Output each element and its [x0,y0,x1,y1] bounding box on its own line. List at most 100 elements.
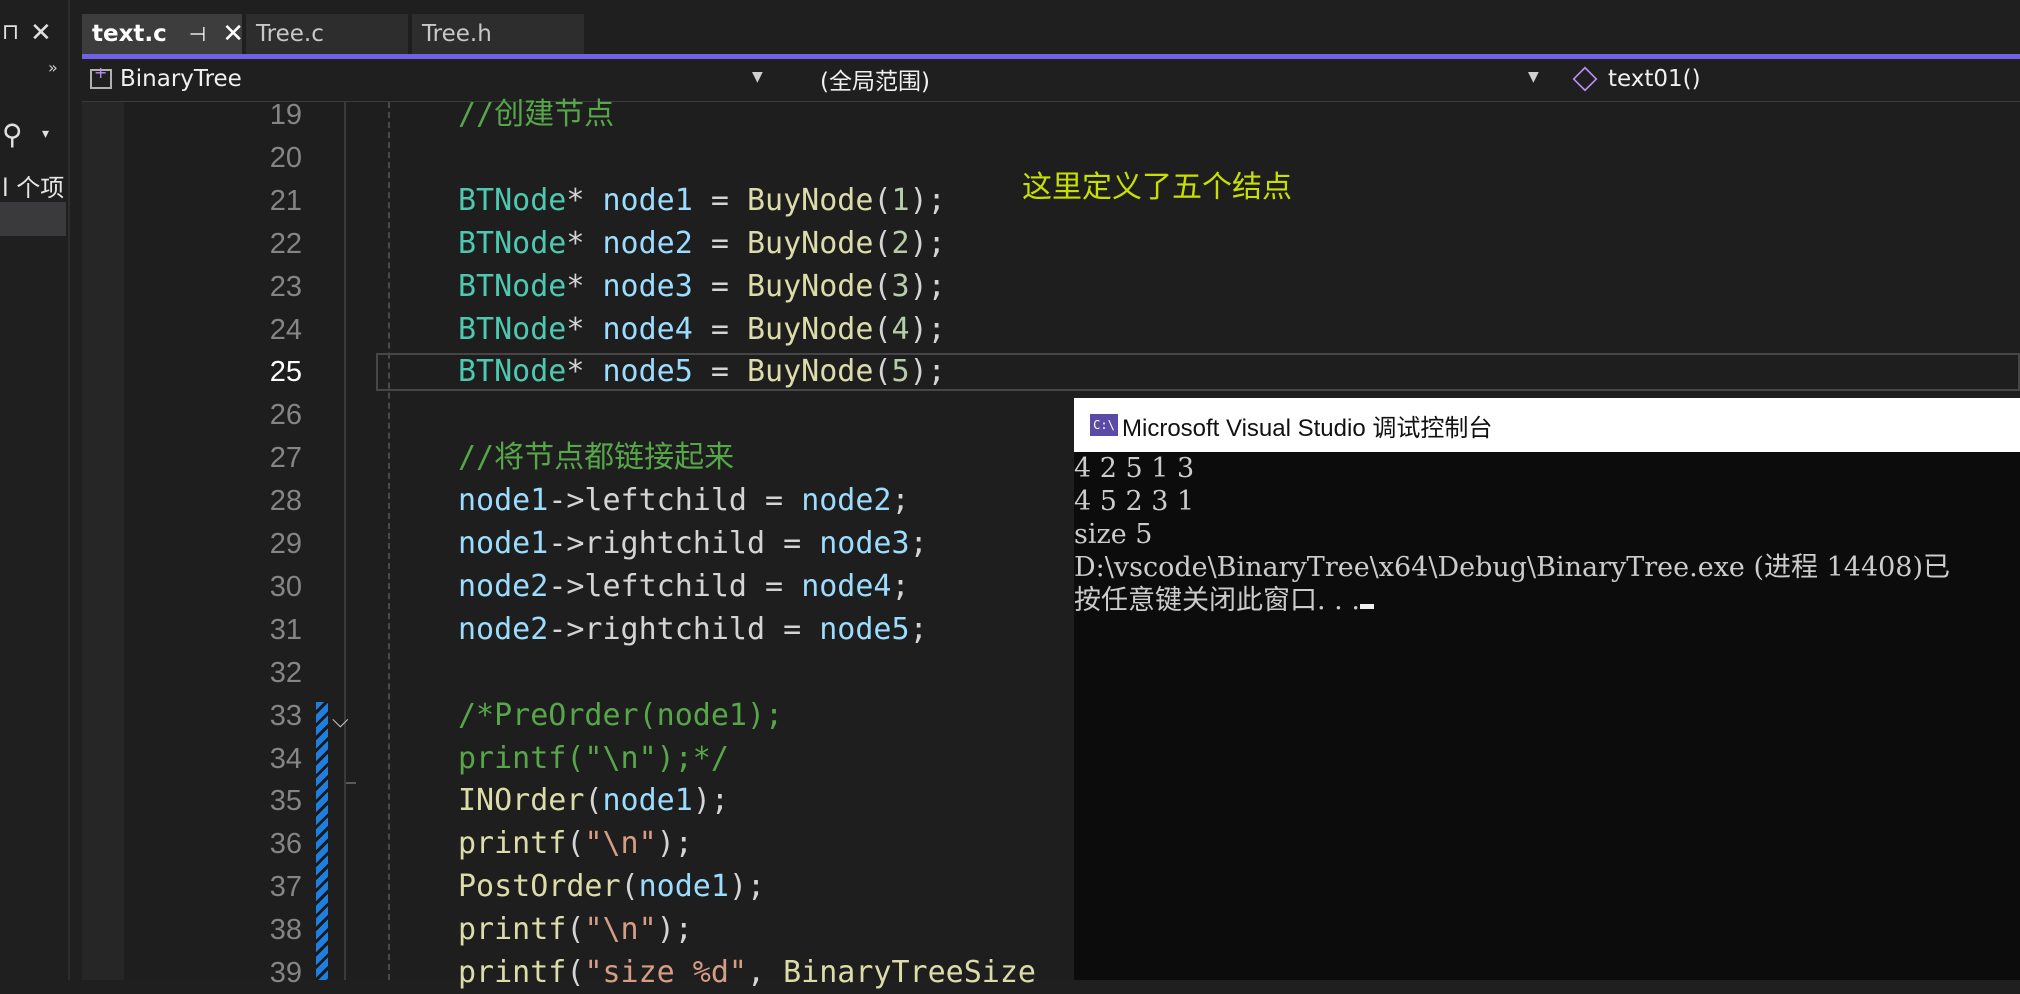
code-token: ); [909,268,946,304]
code-token: * [566,182,603,218]
code-text: node2->rightchild = node5; [458,609,928,651]
member-dropdown[interactable]: text01() [1562,61,2012,97]
search-options-button[interactable]: ⚲ ▾ [2,118,62,152]
tab-tree-c[interactable]: Tree.c [246,14,408,54]
pin-icon[interactable]: ⊓ [2,20,19,45]
code-text: printf("\n"); [458,909,693,951]
code-token: INOrder [458,783,585,819]
line-number: 31 [269,613,302,646]
code-token: * [566,354,603,390]
code-token: ( [566,912,585,948]
code-token: "size %d" [584,955,747,990]
code-token: BTNode [458,268,567,304]
code-token: ( [873,225,892,261]
code-token: BuyNode [747,182,874,218]
line-number: 30 [269,570,302,603]
code-token: 1 [891,182,910,218]
line-number: 33 [269,699,302,732]
code-token: ; [891,568,910,604]
console-output-line: size 5 [1074,519,1153,550]
code-token: ( [873,182,892,218]
line-number: 22 [269,227,302,260]
close-icon[interactable]: ✕ [30,18,52,48]
code-token: ->rightchild = [548,611,820,647]
code-token: ); [909,182,946,218]
console-output-line: 4 5 2 3 1 [1074,486,1195,517]
code-token: 5 [891,354,910,390]
code-token: node2 [458,611,549,647]
solution-explorer-panel: ⊓ ✕ ›› ⚲ ▾ l 个项| [0,0,70,980]
scope-label: (全局范围) [820,69,930,95]
code-token: ; [909,611,928,647]
code-line[interactable]: 24 BTNode* node4 = BuyNode(4); [82,309,2020,351]
code-token: node4 [801,568,892,604]
code-token: //创建节点 [458,97,615,132]
chevron-down-icon: ▾ [42,126,50,142]
outline-end-marker [346,782,356,784]
console-cursor [1359,604,1374,609]
code-token: node2 [458,568,549,604]
panel-item-count: l 个项| [2,174,66,202]
code-token: //将节点都链接起来 [458,440,735,476]
line-number: 32 [269,656,302,689]
code-token: ); [909,225,946,261]
code-text: //将节点都链接起来 [458,437,734,479]
code-token: ); [728,869,766,905]
selected-tree-row[interactable] [0,202,66,236]
tab-label: Tree.c [256,21,324,47]
overflow-chevron-icon[interactable]: ›› [48,58,58,77]
console-output-line: D:\vscode\BinaryTree\x64\Debug\BinaryTre… [1074,552,1951,583]
pin-tab-icon[interactable]: ⊣ [189,22,206,46]
code-token: ->rightchild = [548,526,820,561]
collapse-chevron-icon[interactable]: ⌵ [332,708,349,733]
console-output-line: 4 2 5 1 3 [1074,453,1195,484]
chevron-down-icon: ▼ [1528,69,1539,85]
code-token: 4 [891,311,910,347]
tab-label: Tree.h [422,21,492,47]
code-text: node1->leftchild = node2; [458,480,910,522]
code-token: node5 [819,611,910,647]
code-token: ); [909,354,946,390]
debug-console-window[interactable]: C:\ Microsoft Visual Studio 调试控制台 4 2 5 … [1074,398,2020,980]
member-label: text01() [1608,66,1701,92]
code-token: "\n" [584,826,657,862]
line-number: 34 [269,742,302,775]
code-token: = [692,354,747,390]
line-number: 26 [269,399,302,432]
code-line[interactable]: 22 BTNode* node2 = BuyNode(2); [82,223,2020,265]
scope-dropdown[interactable]: (全局范围) ▼ [782,61,1552,97]
code-line[interactable]: 25 BTNode* node5 = BuyNode(5); [82,351,2020,393]
code-token: BTNode [458,354,567,390]
tab-tree-h[interactable]: Tree.h [412,14,584,54]
code-line[interactable]: 19 //创建节点 [82,94,2020,136]
line-number: 20 [269,141,302,174]
code-text: BTNode* node4 = BuyNode(4); [458,309,946,351]
code-line[interactable]: 23 BTNode* node3 = BuyNode(3); [82,266,2020,308]
code-token: node3 [602,268,693,304]
code-token: ->leftchild = [548,568,802,604]
code-text: printf("\n"); [458,823,693,865]
code-token: BTNode [458,311,567,347]
line-number: 28 [269,485,302,518]
code-token: 2 [891,225,910,261]
project-name: BinaryTree [120,66,242,92]
code-token: * [566,311,603,347]
code-token: PostOrder [458,869,621,905]
search-icon: ⚲ [2,118,23,151]
code-text: INOrder(node1); [458,780,729,822]
code-token: node1 [638,869,729,905]
console-title: Microsoft Visual Studio 调试控制台 [1122,414,1493,442]
console-title-bar[interactable]: C:\ Microsoft Visual Studio 调试控制台 [1074,398,2020,452]
code-token: = [692,268,747,304]
tab-text-c[interactable]: text.c ⊣ ✕ [82,14,244,54]
code-token: node3 [819,526,910,561]
change-tracking-bar [316,702,328,980]
project-dropdown[interactable]: BinaryTree ▼ [82,61,772,97]
line-number: 36 [269,828,302,861]
code-text: BTNode* node1 = BuyNode(1); [458,180,946,222]
console-prompt-line: 按任意键关闭此窗口. . . [1074,584,1374,617]
code-token: node1 [458,483,549,519]
code-token: BTNode [458,225,567,261]
close-tab-icon[interactable]: ✕ [222,19,244,49]
code-token: ( [584,783,603,819]
